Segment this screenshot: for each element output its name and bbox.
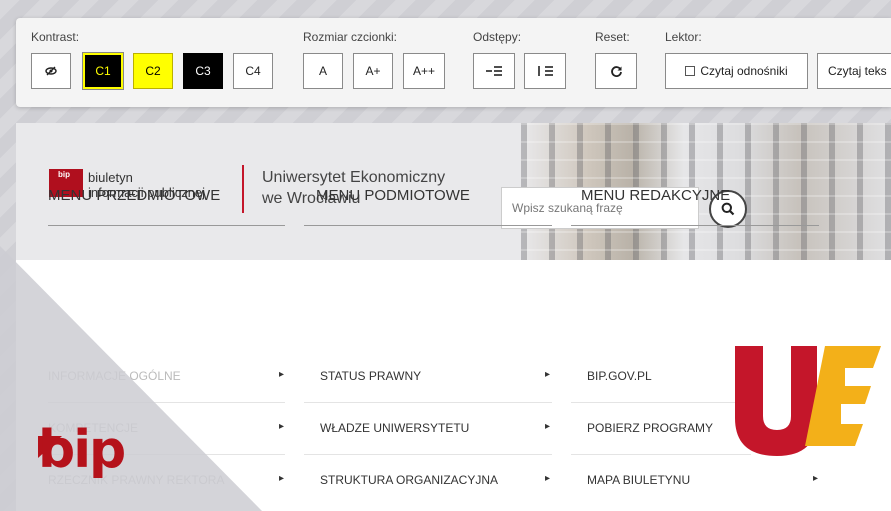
menu-item-label: STATUS PRAWNY bbox=[320, 369, 422, 383]
ue-logo bbox=[735, 346, 881, 456]
reset-label: Reset: bbox=[595, 30, 630, 44]
menu-item-mapa-biuletynu[interactable]: MAPA BIULETYNU bbox=[587, 454, 819, 506]
read-links-label: Czytaj odnośniki bbox=[700, 64, 788, 78]
font-size-a-plus-plus-button[interactable]: A++ bbox=[403, 53, 445, 89]
spacing-label: Odstępy: bbox=[473, 30, 522, 44]
bip-tag: bip bbox=[58, 170, 70, 179]
reset-button[interactable] bbox=[595, 53, 637, 89]
menu-item-label: WŁADZE UNIWERSYTETU bbox=[320, 421, 470, 435]
menu-item-wladze-uniwersytetu[interactable]: WŁADZE UNIWERSYTETU bbox=[320, 402, 552, 454]
university-line1: Uniwersytet Ekonomiczny bbox=[262, 169, 446, 186]
line-spacing-button[interactable] bbox=[524, 53, 566, 89]
header-divider bbox=[242, 165, 244, 213]
menu-podmiotowe-title: MENU PODMIOTOWE bbox=[316, 187, 470, 204]
menu-item-label: POBIERZ PROGRAMY bbox=[587, 421, 714, 435]
bip-large-logo: bip bbox=[38, 420, 126, 480]
bip-line1: biuletyn bbox=[88, 170, 133, 185]
reader-label: Lektor: bbox=[665, 30, 702, 44]
chevron-right-icon: ▸ bbox=[813, 473, 819, 484]
menu-redakcyjne-title: MENU REDAKCYJNE bbox=[581, 187, 731, 204]
chevron-right-icon: ▸ bbox=[545, 473, 551, 484]
chevron-right-icon: ▸ bbox=[545, 421, 551, 432]
menu-rule bbox=[571, 225, 819, 226]
contrast-c1-button[interactable]: C1 bbox=[82, 52, 124, 90]
menu-przedmiotowe-title: MENU PRZEDMIOTOWE bbox=[48, 187, 221, 204]
contrast-c2-button[interactable]: C2 bbox=[133, 53, 173, 89]
font-size-a-button[interactable]: A bbox=[303, 53, 343, 89]
menu-rule bbox=[304, 225, 552, 226]
contrast-c3-button[interactable]: C3 bbox=[183, 53, 223, 89]
read-links-button[interactable]: Czytaj odnośniki bbox=[665, 53, 808, 89]
contrast-toggle-button[interactable] bbox=[31, 53, 71, 89]
chevron-right-icon: ▸ bbox=[279, 421, 285, 432]
menu-rule bbox=[48, 225, 285, 226]
checkbox-icon bbox=[685, 66, 696, 76]
contrast-c4-button[interactable]: C4 bbox=[233, 53, 273, 89]
accessibility-toolbar: Kontrast: C1 C2 C3 C4 Rozmiar czcionki: … bbox=[16, 18, 891, 107]
menu-item-label: MAPA BIULETYNU bbox=[587, 473, 691, 487]
read-text-button[interactable]: Czytaj teks bbox=[817, 53, 891, 89]
font-size-label: Rozmiar czcionki: bbox=[303, 30, 398, 44]
font-size-a-plus-button[interactable]: A+ bbox=[353, 53, 393, 89]
menu-item-label: BIP.GOV.PL bbox=[587, 369, 652, 383]
menu-item-label: STRUKTURA ORGANIZACYJNA bbox=[320, 473, 499, 487]
line-spacing-icon bbox=[538, 66, 553, 76]
menu-item-struktura-organizacyjna[interactable]: STRUKTURA ORGANIZACYJNA bbox=[320, 454, 552, 506]
chevron-right-icon: ▸ bbox=[545, 369, 551, 380]
letter-spacing-icon bbox=[486, 66, 502, 76]
letter-spacing-button[interactable] bbox=[473, 53, 515, 89]
eye-slash-icon bbox=[45, 66, 57, 76]
refresh-icon bbox=[610, 65, 622, 77]
menu-item-status-prawny[interactable]: STATUS PRAWNY bbox=[320, 350, 552, 402]
chevron-right-icon: ▸ bbox=[279, 369, 285, 380]
search-icon bbox=[721, 202, 735, 216]
contrast-label: Kontrast: bbox=[31, 30, 80, 44]
chevron-right-icon: ▸ bbox=[279, 473, 285, 484]
